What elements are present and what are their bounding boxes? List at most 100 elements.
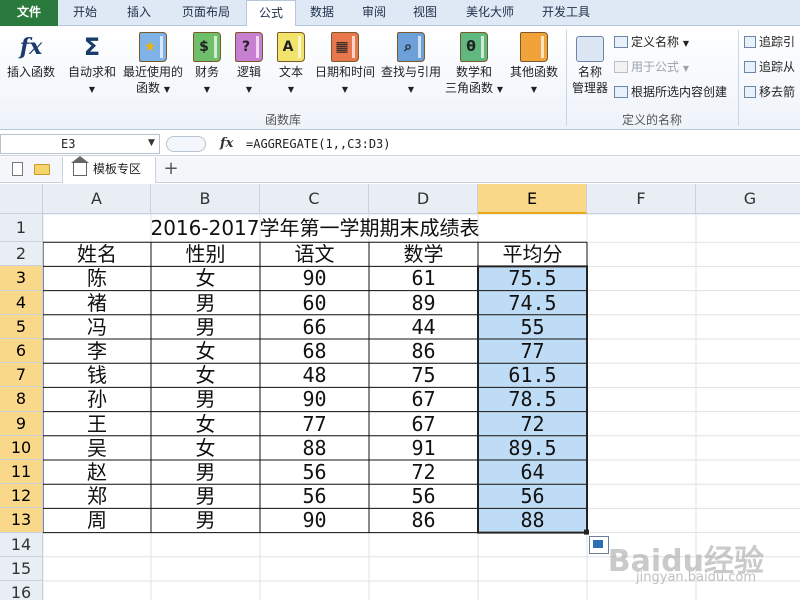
- finance-button[interactable]: $ 财务 ▼: [188, 32, 226, 98]
- row-header-16[interactable]: 16: [0, 581, 43, 600]
- logic-button[interactable]: ? 逻辑 ▼: [230, 32, 268, 98]
- create-from-selection-button[interactable]: 根据所选内容创建: [614, 84, 727, 100]
- table-cell[interactable]: 女: [151, 363, 260, 387]
- row-header-6[interactable]: 6: [0, 339, 43, 364]
- other-functions-button[interactable]: 其他函数 ▼: [506, 32, 562, 98]
- header-cell[interactable]: 姓名: [43, 242, 151, 266]
- worksheet-grid[interactable]: ABCDEFG 1 2 3 4 5 6 7 8 9 10 11 12 13 14 15 16 2016-201…: [0, 184, 800, 600]
- tab-review[interactable]: 审阅: [348, 0, 400, 26]
- table-cell[interactable]: 77: [260, 412, 369, 436]
- table-cell[interactable]: 孙: [43, 387, 151, 411]
- row-header-1[interactable]: 1: [0, 214, 43, 243]
- formula-input[interactable]: =AGGREGATE(1,,C3:D3): [246, 135, 391, 153]
- table-cell[interactable]: 75.5: [478, 266, 587, 290]
- fx-icon[interactable]: fx: [220, 136, 233, 151]
- trace-precedents-button[interactable]: 追踪引: [744, 34, 795, 50]
- table-cell[interactable]: 陈: [43, 266, 151, 290]
- table-cell[interactable]: 77: [478, 339, 587, 363]
- table-cell[interactable]: 56: [369, 484, 478, 508]
- header-cell[interactable]: 数学: [369, 242, 478, 266]
- row-header-10[interactable]: 10: [0, 435, 43, 460]
- tab-template-zone[interactable]: 模板专区: [62, 156, 156, 183]
- header-cell[interactable]: 平均分: [478, 242, 587, 266]
- column-header-c[interactable]: C: [260, 184, 369, 214]
- table-cell[interactable]: 61: [369, 266, 478, 290]
- table-cell[interactable]: 88: [478, 508, 587, 532]
- column-header-d[interactable]: D: [369, 184, 478, 214]
- tab-beautify[interactable]: 美化大师: [450, 0, 530, 26]
- table-cell[interactable]: 男: [151, 387, 260, 411]
- table-cell[interactable]: 56: [260, 460, 369, 484]
- table-cell[interactable]: 女: [151, 412, 260, 436]
- row-header-14[interactable]: 14: [0, 532, 43, 557]
- row-header-9[interactable]: 9: [0, 411, 43, 436]
- select-all-corner[interactable]: [0, 184, 43, 214]
- lookup-button[interactable]: ⌕ 查找与引用 ▼: [378, 32, 444, 98]
- paste-options-icon[interactable]: [589, 536, 609, 554]
- row-header-3[interactable]: 3: [0, 266, 43, 291]
- column-header-g[interactable]: G: [696, 184, 800, 214]
- table-cell[interactable]: 吴: [43, 436, 151, 460]
- table-cell[interactable]: 钱: [43, 363, 151, 387]
- table-cell[interactable]: 男: [151, 291, 260, 315]
- name-manager-button[interactable]: 名称 管理器: [568, 36, 612, 96]
- tab-data[interactable]: 数据: [296, 0, 348, 26]
- table-cell[interactable]: 78.5: [478, 387, 587, 411]
- table-cell[interactable]: 75: [369, 363, 478, 387]
- table-cell[interactable]: 56: [260, 484, 369, 508]
- table-cell[interactable]: 男: [151, 508, 260, 532]
- add-tab-button[interactable]: +: [160, 157, 182, 183]
- table-cell[interactable]: 72: [478, 412, 587, 436]
- table-cell[interactable]: 女: [151, 266, 260, 290]
- row-header-2[interactable]: 2: [0, 242, 43, 267]
- define-name-button[interactable]: 定义名称 ▼: [614, 34, 689, 52]
- header-cell[interactable]: 语文: [260, 242, 369, 266]
- datetime-button[interactable]: ▦ 日期和时间 ▼: [312, 32, 378, 98]
- table-cell[interactable]: 90: [260, 387, 369, 411]
- name-box[interactable]: E3: [0, 134, 160, 154]
- column-header-f[interactable]: F: [587, 184, 696, 214]
- tab-file[interactable]: 文件: [0, 0, 58, 26]
- table-cell[interactable]: 64: [478, 460, 587, 484]
- table-cell[interactable]: 67: [369, 412, 478, 436]
- row-header-8[interactable]: 8: [0, 387, 43, 412]
- recent-functions-button[interactable]: ★ 最近使用的 函数 ▼: [120, 32, 186, 98]
- table-cell[interactable]: 褚: [43, 291, 151, 315]
- header-cell[interactable]: 性别: [151, 242, 260, 266]
- table-cell[interactable]: 90: [260, 508, 369, 532]
- table-cell[interactable]: 女: [151, 339, 260, 363]
- column-header-e[interactable]: E: [478, 184, 587, 214]
- table-cell[interactable]: 王: [43, 412, 151, 436]
- table-cell[interactable]: 67: [369, 387, 478, 411]
- row-header-5[interactable]: 5: [0, 314, 43, 339]
- table-cell[interactable]: 44: [369, 315, 478, 339]
- table-cell[interactable]: 66: [260, 315, 369, 339]
- table-cell[interactable]: 74.5: [478, 291, 587, 315]
- row-header-4[interactable]: 4: [0, 290, 43, 315]
- insert-function-button[interactable]: fx 插入函数: [2, 32, 60, 80]
- table-cell[interactable]: 56: [478, 484, 587, 508]
- tab-insert[interactable]: 插入: [112, 0, 166, 26]
- row-header-13[interactable]: 13: [0, 508, 43, 533]
- table-cell[interactable]: 男: [151, 460, 260, 484]
- table-cell[interactable]: 女: [151, 436, 260, 460]
- text-button[interactable]: A 文本 ▼: [272, 32, 310, 98]
- tab-page-layout[interactable]: 页面布局: [166, 0, 246, 26]
- table-cell[interactable]: 86: [369, 339, 478, 363]
- chevron-down-icon[interactable]: ▼: [148, 138, 155, 148]
- column-header-b[interactable]: B: [151, 184, 260, 214]
- table-cell[interactable]: 男: [151, 315, 260, 339]
- table-cell[interactable]: 89.5: [478, 436, 587, 460]
- sheet-title-cell[interactable]: 2016-2017学年第一学期期末成绩表: [43, 214, 587, 242]
- table-cell[interactable]: 61.5: [478, 363, 587, 387]
- remove-arrows-button[interactable]: 移去箭: [744, 84, 795, 100]
- use-in-formula-button[interactable]: 用于公式 ▼: [614, 59, 689, 77]
- table-cell[interactable]: 赵: [43, 460, 151, 484]
- table-cell[interactable]: 冯: [43, 315, 151, 339]
- table-cell[interactable]: 90: [260, 266, 369, 290]
- math-trig-button[interactable]: θ 数学和 三角函数 ▼: [444, 32, 504, 98]
- trace-dependents-button[interactable]: 追踪从: [744, 59, 795, 75]
- table-cell[interactable]: 86: [369, 508, 478, 532]
- table-cell[interactable]: 55: [478, 315, 587, 339]
- table-cell[interactable]: 88: [260, 436, 369, 460]
